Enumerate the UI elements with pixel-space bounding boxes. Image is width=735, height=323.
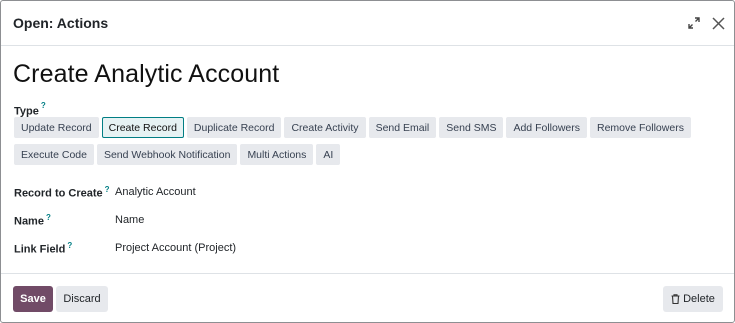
type-option-create-activity[interactable]: Create Activity <box>284 117 366 138</box>
delete-button-label: Delete <box>683 293 715 305</box>
name-help-tooltip[interactable]: ? <box>46 213 51 222</box>
delete-button[interactable]: Delete <box>663 286 723 312</box>
record-to-create-field: Record to Create? Analytic Account <box>14 185 714 201</box>
expand-icon <box>688 17 700 29</box>
link-field-label-text: Link Field <box>14 243 66 256</box>
type-option-create-record[interactable]: Create Record <box>101 117 184 138</box>
record-to-create-value[interactable]: Analytic Account <box>115 186 196 198</box>
discard-button[interactable]: Discard <box>56 286 108 312</box>
type-option-remove-followers[interactable]: Remove Followers <box>590 117 691 138</box>
type-options-row-1: Update Record Create Record Duplicate Re… <box>14 117 691 138</box>
close-icon <box>711 16 725 30</box>
link-field-help-tooltip[interactable]: ? <box>67 241 72 250</box>
type-option-multi-actions[interactable]: Multi Actions <box>240 144 314 165</box>
expand-button[interactable] <box>684 13 704 33</box>
type-option-send-webhook-notification[interactable]: Send Webhook Notification <box>96 144 238 165</box>
record-title: Create Analytic Account <box>13 60 280 88</box>
type-option-add-followers[interactable]: Add Followers <box>506 117 587 138</box>
trash-icon <box>671 294 680 304</box>
type-label-text: Type <box>14 105 39 118</box>
link-field-label: Link Field? <box>14 241 72 256</box>
type-options-row-2: Execute Code Send Webhook Notification M… <box>14 144 341 165</box>
type-option-duplicate-record[interactable]: Duplicate Record <box>186 117 282 138</box>
type-option-send-sms[interactable]: Send SMS <box>439 117 504 138</box>
name-value[interactable]: Name <box>115 214 144 226</box>
record-to-create-label: Record to Create? <box>14 185 110 200</box>
dialog-header: Open: Actions <box>1 1 734 46</box>
name-label-text: Name <box>14 215 44 228</box>
actions-dialog: Open: Actions Create Analytic Account Ty… <box>0 0 735 323</box>
type-option-send-email[interactable]: Send Email <box>368 117 437 138</box>
type-option-update-record[interactable]: Update Record <box>14 117 99 138</box>
name-field: Name? Name <box>14 213 714 229</box>
type-help-tooltip[interactable]: ? <box>41 101 46 110</box>
type-option-ai[interactable]: AI <box>316 144 341 165</box>
link-field-field: Link Field? Project Account (Project) <box>14 241 714 257</box>
dialog-title: Open: Actions <box>13 15 109 31</box>
record-to-create-label-text: Record to Create <box>14 187 103 200</box>
type-option-execute-code[interactable]: Execute Code <box>14 144 94 165</box>
close-button[interactable] <box>708 13 728 33</box>
dialog-footer: Save Discard Delete <box>1 273 734 322</box>
save-button[interactable]: Save <box>13 286 53 312</box>
name-label: Name? <box>14 213 51 228</box>
record-to-create-help-tooltip[interactable]: ? <box>105 185 110 194</box>
link-field-value[interactable]: Project Account (Project) <box>115 242 236 254</box>
